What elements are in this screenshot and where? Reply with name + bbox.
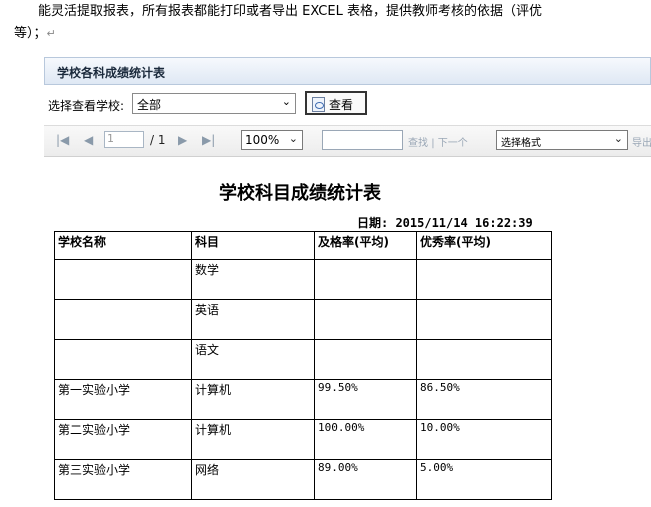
last-page-icon[interactable]: ▶| [202, 133, 215, 147]
table-row: 第三实验小学 网络 89.00% 5.00% [54, 459, 552, 500]
subject-cell: 计算机 [191, 419, 315, 460]
pass-rate-cell: 100.00% [314, 419, 417, 460]
excellent-rate-cell [416, 259, 552, 300]
excellent-rate-cell: 5.00% [416, 459, 552, 500]
column-header: 及格率(平均) [314, 231, 417, 260]
subject-cell: 计算机 [191, 379, 315, 420]
excellent-rate-cell: 10.00% [416, 419, 552, 460]
column-header: 优秀率(平均) [416, 231, 552, 260]
column-header: 学校名称 [54, 231, 192, 260]
export-link[interactable]: 导出 [632, 134, 651, 149]
page-number-value: 1 [107, 132, 114, 145]
school-cell: 第一实验小学 [54, 379, 192, 420]
chevron-down-icon: ⌄ [281, 95, 291, 108]
excellent-rate-cell: 86.50% [416, 379, 552, 420]
pass-rate-cell: 99.50% [314, 379, 417, 420]
school-cell: 第二实验小学 [54, 419, 192, 460]
toolbar-separator: | [431, 138, 435, 149]
find-link[interactable]: 查找 [408, 138, 428, 149]
pass-rate-cell [314, 339, 417, 380]
find-input[interactable] [322, 130, 403, 150]
report-viewer-toolbar: |◀ ◀ 1 / 1 ▶ ▶| 100% ⌄ 查找 | 下一个 选择格式 ⌄ 导… [44, 125, 651, 157]
report-title: 学校科目成绩统计表 [219, 183, 381, 204]
excellent-rate-cell [416, 339, 552, 380]
school-select-value: 全部 [137, 98, 162, 112]
paragraph-line-1: 能灵活提取报表，所有报表都能打印或者导出 EXCEL 表格，提供教师考核的依据（… [38, 4, 542, 19]
table-row: 英语 [54, 299, 552, 340]
page-total: / 1 [150, 133, 166, 147]
first-page-icon[interactable]: |◀ [56, 133, 69, 147]
column-header: 科目 [191, 231, 315, 260]
table-row: 语文 [54, 339, 552, 380]
table-row: 第二实验小学 计算机 100.00% 10.00% [54, 419, 552, 460]
zoom-value: 100% [245, 133, 280, 147]
export-format-value: 选择格式 [501, 138, 541, 149]
paragraph-line-2-text: 等）； [14, 26, 47, 41]
subject-cell: 英语 [191, 299, 315, 340]
table-header-row: 学校名称 科目 及格率(平均) 优秀率(平均) [54, 231, 552, 260]
zoom-select[interactable]: 100% ⌄ [241, 130, 303, 150]
paragraph-line-2: 等）；↵ [14, 22, 56, 46]
school-filter-label: 选择查看学校: [48, 99, 125, 113]
school-cell: 第三实验小学 [54, 459, 192, 500]
subject-cell: 语文 [191, 339, 315, 380]
filter-bar: 选择查看学校: 全部 ⌄ 查看 [44, 91, 651, 117]
pass-rate-cell [314, 259, 417, 300]
report-window: 学校各科成绩统计表 选择查看学校: 全部 ⌄ 查看 |◀ ◀ 1 / 1 ▶ ▶… [44, 57, 651, 507]
view-button[interactable]: 查看 [305, 91, 367, 115]
export-format-select[interactable]: 选择格式 ⌄ [496, 130, 628, 150]
report-date: 日期: 2015/11/14 16:22:39 [357, 216, 533, 230]
school-cell [54, 259, 192, 300]
next-page-icon[interactable]: ▶ [178, 133, 187, 147]
subject-cell: 网络 [191, 459, 315, 500]
school-cell [54, 299, 192, 340]
page-number-input[interactable]: 1 [104, 131, 144, 148]
view-button-label: 查看 [329, 98, 354, 112]
paragraph-return-icon: ↵ [46, 27, 56, 40]
chevron-down-icon: ⌄ [288, 132, 298, 145]
panel-header: 学校各科成绩统计表 [44, 57, 651, 85]
search-doc-icon [312, 97, 325, 112]
pass-rate-cell [314, 299, 417, 340]
chevron-down-icon: ⌄ [613, 132, 623, 145]
report-table: 学校名称 科目 及格率(平均) 优秀率(平均) 数学 英语 语文 第一实验小学 … [54, 231, 552, 500]
school-select[interactable]: 全部 ⌄ [132, 93, 296, 114]
pass-rate-cell: 89.00% [314, 459, 417, 500]
school-cell [54, 339, 192, 380]
next-match-link[interactable]: 下一个 [438, 138, 468, 149]
table-row: 第一实验小学 计算机 99.50% 86.50% [54, 379, 552, 420]
prev-page-icon[interactable]: ◀ [84, 133, 93, 147]
panel-title: 学校各科成绩统计表 [57, 66, 166, 80]
table-row: 数学 [54, 259, 552, 300]
subject-cell: 数学 [191, 259, 315, 300]
excellent-rate-cell [416, 299, 552, 340]
find-links: 查找 | 下一个 [408, 134, 468, 149]
